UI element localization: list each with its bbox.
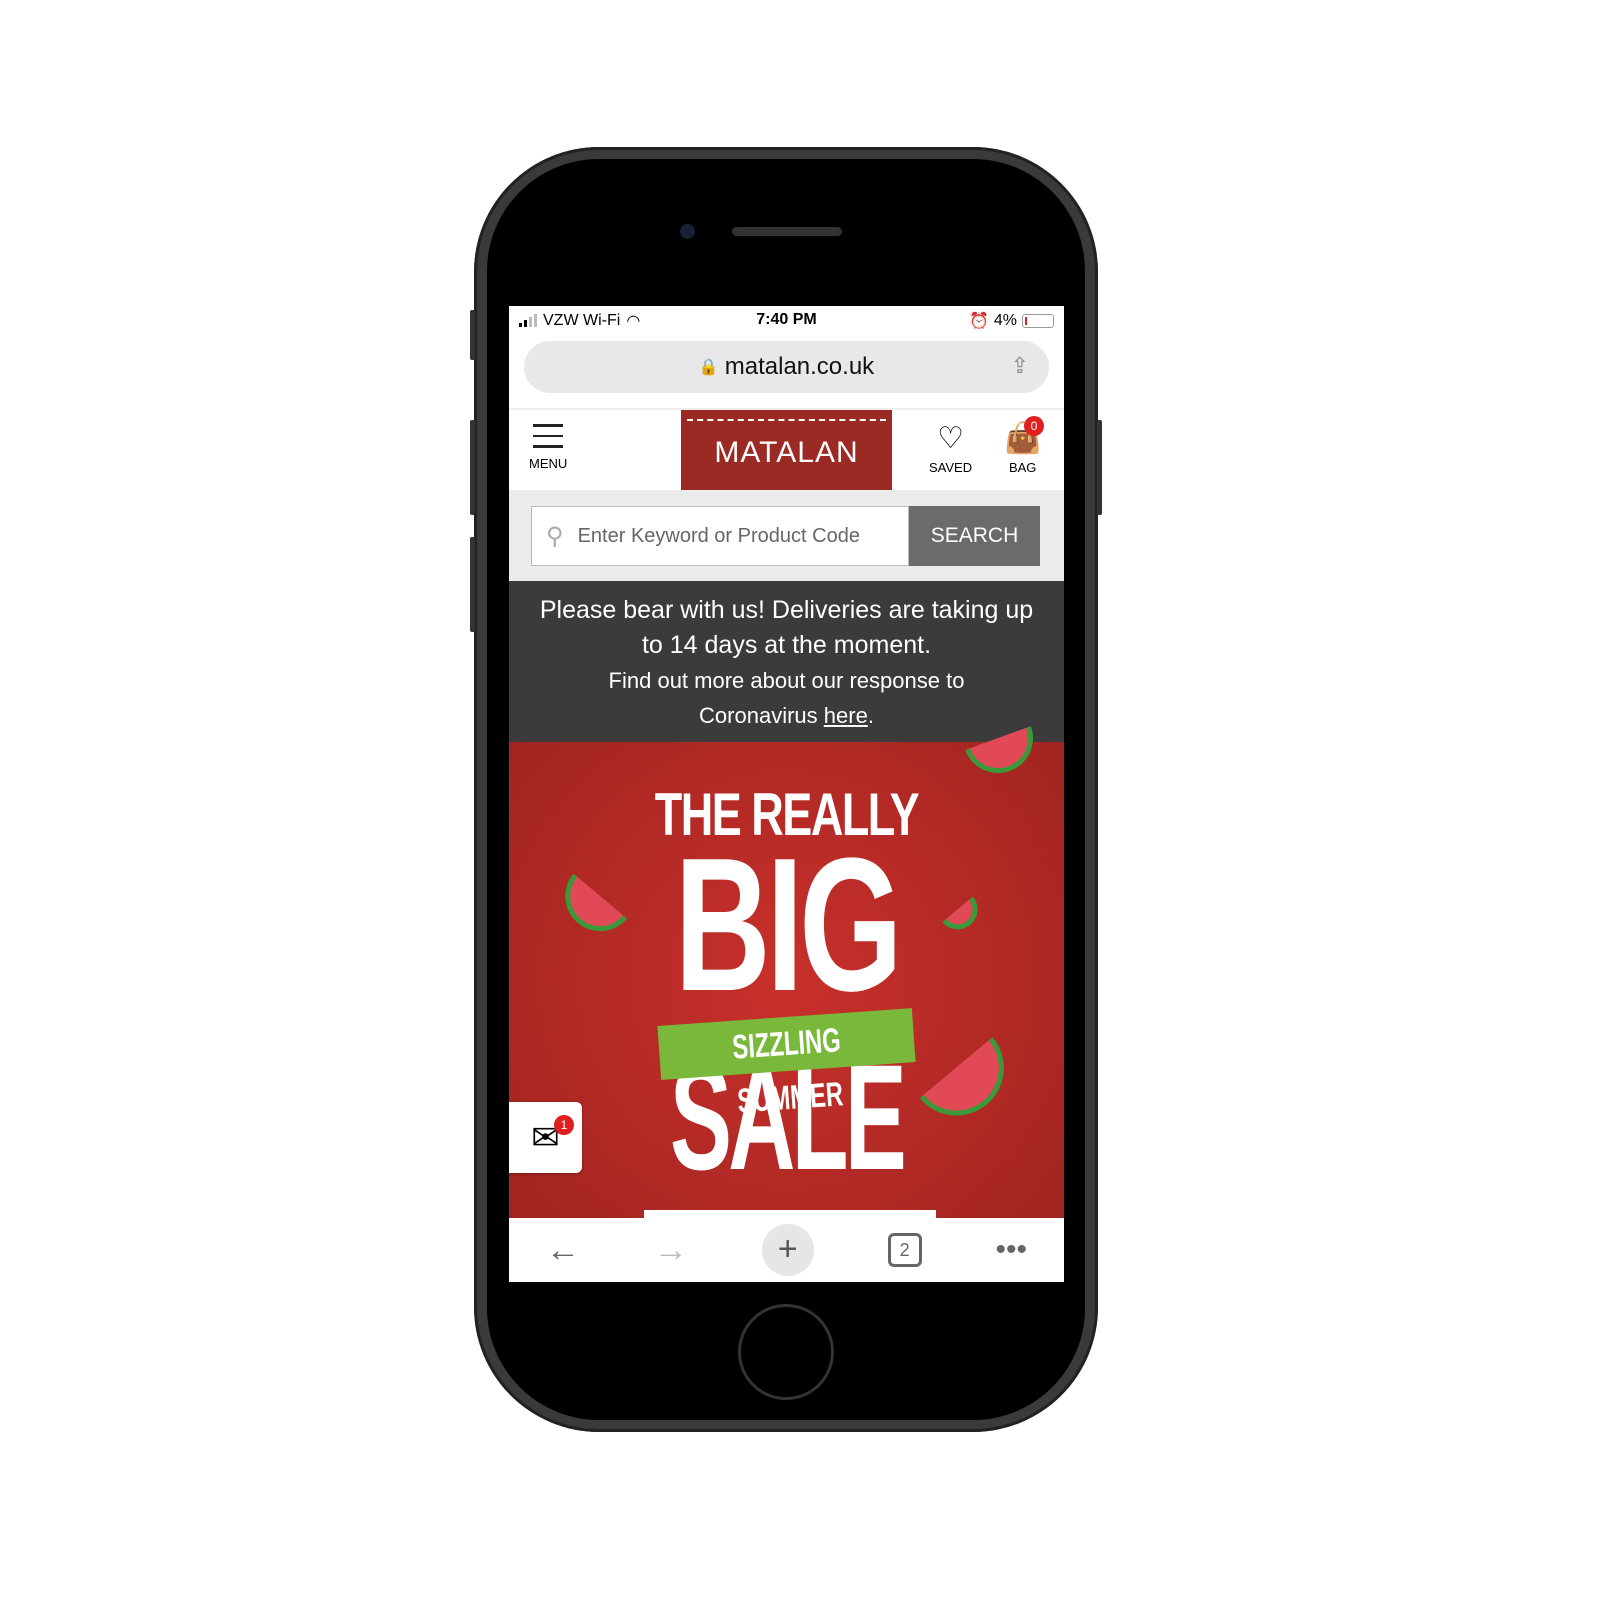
banner-strip <box>644 1210 936 1218</box>
search-icon: ⚲ <box>546 522 564 550</box>
mail-count-badge: 1 <box>554 1115 574 1135</box>
home-button[interactable] <box>738 1304 834 1400</box>
matalan-logo[interactable]: MATALAN <box>681 410 892 492</box>
mute-switch <box>470 310 475 360</box>
address-bar[interactable]: 🔒 matalan.co.uk ⇪ <box>524 341 1049 393</box>
front-camera <box>680 224 695 239</box>
menu-button[interactable]: MENU <box>529 424 567 471</box>
volume-up <box>470 420 475 515</box>
url-text: matalan.co.uk <box>724 353 875 380</box>
more-dots-icon[interactable]: ••• <box>996 1233 1028 1267</box>
search-bar: ⚲ Enter Keyword or Product Code SEARCH <box>509 490 1064 581</box>
browser-toolbar: ← → + 2 ••• <box>509 1218 1064 1282</box>
coronavirus-link[interactable]: here <box>824 703 868 728</box>
status-bar: VZW Wi-Fi ◠ 7:40 PM ⏰ 4% <box>509 306 1064 336</box>
share-icon[interactable]: ⇪ <box>1011 353 1029 379</box>
logo-text: MATALAN <box>714 436 859 469</box>
notice-text: Find out more about our response to Coro… <box>608 668 965 728</box>
search-placeholder: Enter Keyword or Product Code <box>577 524 860 547</box>
sale-banner[interactable]: THE REALLY BIG SALE SIZZLING SUMMER ✉ 1 <box>509 726 1064 1218</box>
search-button[interactable]: SEARCH <box>909 506 1040 566</box>
notice-end: . <box>867 703 874 728</box>
tabs-button[interactable]: 2 <box>887 1233 922 1267</box>
banner-title-2: BIG <box>674 819 903 1031</box>
battery-percent: 4% <box>993 312 1017 329</box>
notice-body: Find out more about our response to Coro… <box>509 663 1064 733</box>
bag-label: BAG <box>1008 460 1037 475</box>
screen: VZW Wi-Fi ◠ 7:40 PM ⏰ 4% 🔒 matalan.co.uk ⇪ M… <box>509 306 1064 1282</box>
saved-button[interactable]: ♡ SAVED <box>929 422 973 476</box>
mail-button[interactable]: ✉ 1 <box>509 1102 582 1173</box>
menu-label: MENU <box>529 455 568 471</box>
saved-label: SAVED <box>929 460 973 475</box>
lock-icon: 🔒 <box>698 359 719 376</box>
heart-icon: ♡ <box>937 422 964 455</box>
banner-tag-text: SIZZLING SUMMER <box>731 1021 845 1121</box>
battery-icon <box>1022 314 1054 328</box>
back-arrow-icon[interactable]: ← <box>546 1231 580 1270</box>
notice-headline: Please bear with us! Deliveries are taki… <box>539 596 1034 659</box>
forward-arrow-icon[interactable]: → <box>654 1231 688 1270</box>
hamburger-icon <box>533 424 564 448</box>
search-input[interactable]: ⚲ Enter Keyword or Product Code <box>531 506 909 566</box>
site-header: MENU MATALAN ♡ SAVED 👜 BAG 0 <box>509 408 1064 492</box>
alarm-icon: ⏰ <box>968 313 989 330</box>
volume-down <box>470 537 475 632</box>
bag-button[interactable]: 👜 BAG 0 <box>1004 416 1044 475</box>
new-tab-plus-icon[interactable]: + <box>761 1224 814 1276</box>
power-button <box>1097 420 1102 515</box>
speaker <box>732 227 842 236</box>
delivery-notice: Please bear with us! Deliveries are taki… <box>509 581 1064 742</box>
bag-count-badge: 0 <box>1024 416 1044 436</box>
